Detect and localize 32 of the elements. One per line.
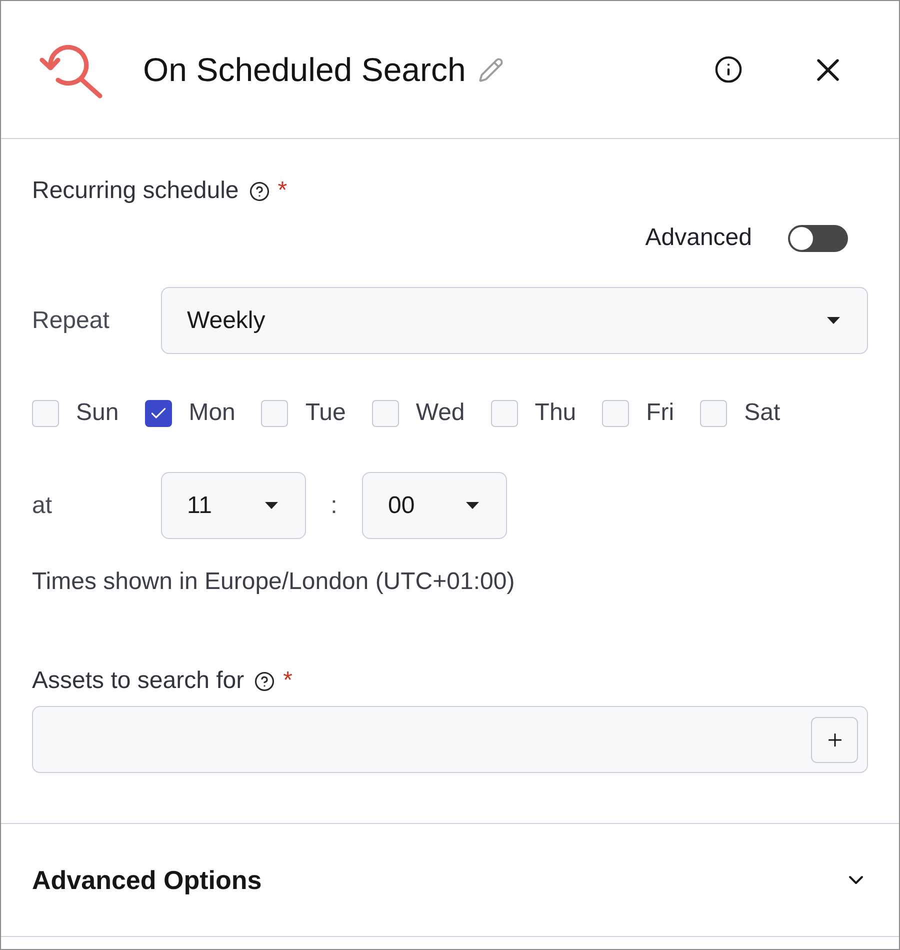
field-label: Recurring schedule — [32, 177, 239, 205]
field-label: at — [32, 492, 54, 520]
advanced-options-header[interactable]: Advanced Options — [1, 824, 899, 936]
caret-icon — [265, 502, 278, 509]
day-label[interactable]: Sun — [76, 399, 119, 427]
day-label[interactable]: Mon — [188, 399, 236, 427]
required-asterisk: * — [283, 667, 292, 695]
repeat-select[interactable]: Weekly — [161, 287, 868, 354]
help-icon[interactable] — [254, 670, 276, 692]
field-label: Repeat — [32, 306, 110, 334]
required-asterisk: * — [278, 177, 288, 205]
day-checkbox[interactable] — [144, 400, 172, 426]
caret-icon — [827, 317, 840, 324]
day-label[interactable]: Thu — [534, 399, 576, 427]
advanced-toggle[interactable] — [788, 224, 848, 252]
pencil-icon[interactable] — [478, 56, 504, 82]
caret-icon — [466, 502, 479, 509]
info-icon — [714, 55, 742, 84]
add-button[interactable] — [811, 716, 858, 762]
minute-select[interactable]: 00 — [362, 472, 507, 539]
day-label[interactable]: Tue — [305, 399, 346, 427]
time-separator: : — [330, 492, 338, 520]
day-label[interactable]: Sat — [744, 399, 780, 427]
panel-title: On Scheduled Search — [143, 50, 466, 90]
day-label[interactable]: Fri — [646, 399, 674, 427]
assets-input-field[interactable] — [32, 706, 868, 773]
help-icon[interactable] — [248, 180, 270, 202]
toggle-label: Advanced — [645, 224, 752, 252]
timezone-note: Times shown in Europe/London (UTC+01:00) — [32, 568, 516, 596]
field-label: Assets to search for — [32, 667, 244, 695]
hour-select[interactable]: 11 — [161, 472, 306, 539]
day-label[interactable]: Wed — [416, 399, 465, 427]
